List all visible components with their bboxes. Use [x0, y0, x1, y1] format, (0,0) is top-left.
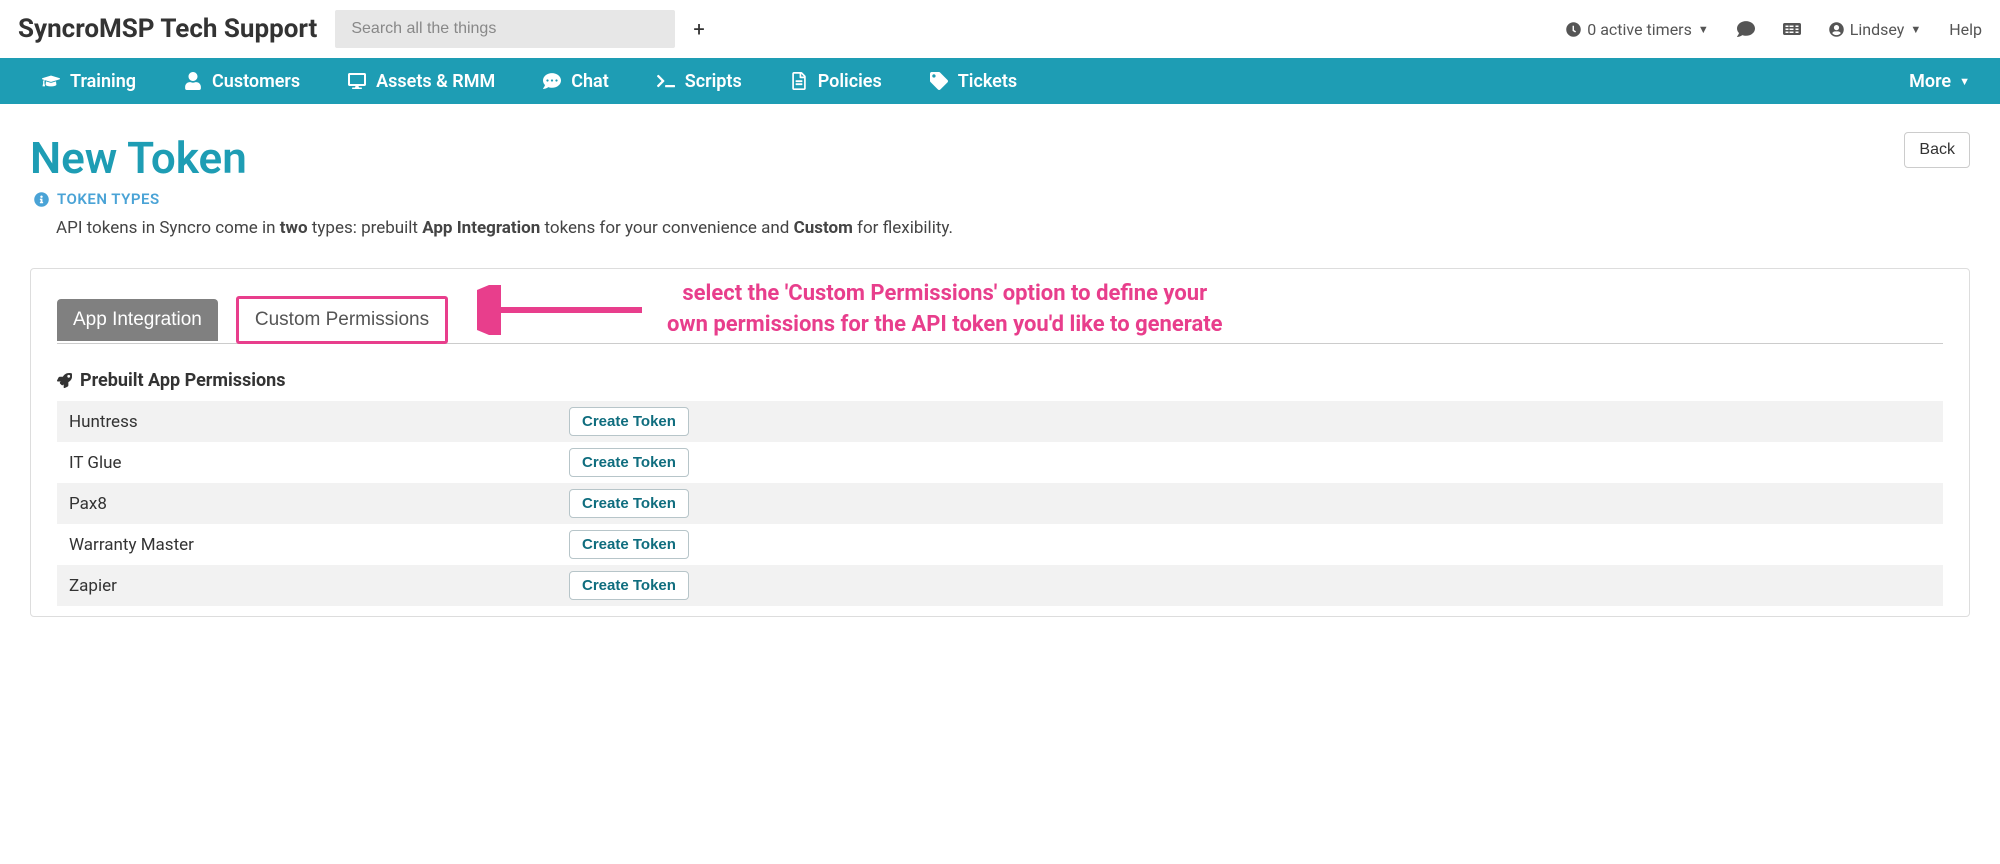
caret-down-icon: ▼	[1698, 23, 1709, 36]
user-icon	[184, 72, 202, 90]
create-token-button[interactable]: Create Token	[569, 530, 689, 559]
create-token-button[interactable]: Create Token	[569, 489, 689, 518]
desktop-icon	[348, 72, 366, 90]
nav-training[interactable]: Training	[18, 71, 160, 92]
section-title: Prebuilt App Permissions	[57, 370, 1943, 391]
nav-policies[interactable]: Policies	[766, 71, 906, 92]
clock-icon	[1566, 22, 1581, 37]
token-panel: App Integration Custom Permissions selec…	[30, 268, 1970, 617]
create-token-button[interactable]: Create Token	[569, 571, 689, 600]
create-token-button[interactable]: Create Token	[569, 407, 689, 436]
token-types-heading: TOKEN TYPES	[0, 184, 2000, 208]
user-name: Lindsey	[1850, 20, 1905, 39]
keyboard-icon-button[interactable]	[1783, 20, 1801, 38]
chat-icon	[543, 72, 561, 90]
help-link[interactable]: Help	[1949, 20, 1982, 39]
nav-more-dropdown[interactable]: More ▼	[1909, 71, 1982, 92]
comment-icon	[1737, 20, 1755, 38]
table-row: IT Glue Create Token	[57, 442, 1943, 483]
arrow-icon	[477, 285, 647, 335]
permission-name: IT Glue	[69, 453, 569, 473]
info-circle-icon	[34, 192, 49, 207]
table-row: Huntress Create Token	[57, 401, 1943, 442]
tag-icon	[930, 72, 948, 90]
table-row: Pax8 Create Token	[57, 483, 1943, 524]
back-button[interactable]: Back	[1904, 132, 1970, 168]
permission-name: Pax8	[69, 494, 569, 514]
token-types-label: TOKEN TYPES	[57, 190, 160, 208]
file-icon	[790, 72, 808, 90]
table-row: Warranty Master Create Token	[57, 524, 1943, 565]
timers-label: 0 active timers	[1587, 20, 1692, 39]
nav-tickets[interactable]: Tickets	[906, 71, 1041, 92]
page-header: New Token Back	[0, 104, 2000, 184]
nav-customers[interactable]: Customers	[160, 71, 324, 92]
plus-icon[interactable]: +	[693, 17, 704, 41]
user-dropdown[interactable]: Lindsey ▼	[1829, 20, 1921, 39]
app-title: SyncroMSP Tech Support	[18, 14, 317, 44]
tabs-row: App Integration Custom Permissions selec…	[57, 295, 1943, 344]
topbar: SyncroMSP Tech Support + 0 active timers…	[0, 0, 2000, 58]
tab-custom-permissions[interactable]: Custom Permissions	[236, 296, 448, 344]
table-row: Zapier Create Token	[57, 565, 1943, 606]
caret-down-icon: ▼	[1910, 23, 1921, 36]
permission-name: Zapier	[69, 576, 569, 596]
nav-assets-rmm[interactable]: Assets & RMM	[324, 71, 519, 92]
search-input[interactable]	[335, 10, 675, 48]
nav-chat[interactable]: Chat	[519, 71, 633, 92]
permissions-table: Huntress Create Token IT Glue Create Tok…	[57, 401, 1943, 606]
active-timers-dropdown[interactable]: 0 active timers ▼	[1566, 20, 1708, 39]
graduation-cap-icon	[42, 72, 60, 90]
annotation: select the 'Custom Permissions' option t…	[477, 279, 1223, 341]
topbar-right: 0 active timers ▼ Lindsey ▼ Help	[1566, 20, 1982, 39]
rocket-icon	[57, 373, 72, 388]
page-title: New Token	[30, 132, 247, 184]
tab-app-integration[interactable]: App Integration	[57, 299, 218, 341]
keyboard-icon	[1783, 20, 1801, 38]
navbar: Training Customers Assets & RMM Chat Scr…	[0, 58, 2000, 104]
annotation-text: select the 'Custom Permissions' option t…	[667, 279, 1223, 341]
user-circle-icon	[1829, 22, 1844, 37]
permission-name: Huntress	[69, 412, 569, 432]
create-token-button[interactable]: Create Token	[569, 448, 689, 477]
permission-name: Warranty Master	[69, 535, 569, 555]
token-types-description: API tokens in Syncro come in two types: …	[0, 208, 2000, 268]
caret-down-icon: ▼	[1959, 75, 1970, 88]
terminal-icon	[657, 72, 675, 90]
chat-icon-button[interactable]	[1737, 20, 1755, 38]
nav-scripts[interactable]: Scripts	[633, 71, 766, 92]
